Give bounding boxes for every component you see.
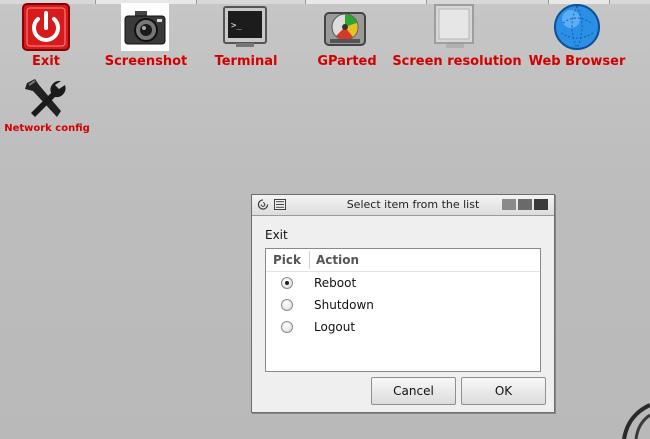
ok-button[interactable]: OK [461,377,546,405]
dialog-titlebar[interactable]: Select item from the list [252,195,554,216]
maximize-button[interactable] [518,199,532,210]
svg-text:>_: >_ [231,21,242,31]
list-item[interactable]: Shutdown [266,294,540,316]
monitor-icon [434,4,474,48]
radio-selected-dot [285,281,289,285]
desktop-icon-label: Exit [32,54,60,69]
terminal-icon: >_ [223,6,267,47]
select-item-dialog: Select item from the list Exit Pick Acti… [251,194,555,413]
power-icon [22,3,70,51]
list-item-label: Shutdown [314,298,374,312]
column-header-pick[interactable]: Pick [273,249,301,271]
desktop-icon-label: Terminal [214,54,278,69]
desktop-icon-label: GParted [317,54,377,69]
column-divider [309,251,310,269]
desktop-icon-label: Screen resolution [392,54,522,69]
wallpaper-swirl [622,403,650,439]
tools-icon [25,79,66,117]
radio-button[interactable] [281,299,293,311]
disk-icon [324,12,366,46]
action-list[interactable]: Pick Action Reboot Shutdown Logout [265,248,541,372]
list-item-label: Reboot [314,276,357,290]
list-item[interactable]: Reboot [266,272,540,294]
dialog-prompt: Exit [265,228,288,242]
globe-icon [554,4,600,50]
desktop-icon-label: Screenshot [104,54,188,69]
close-button[interactable] [534,199,548,210]
column-header-action[interactable]: Action [316,249,359,271]
minimize-button[interactable] [502,199,516,210]
list-item-label: Logout [314,320,356,334]
camera-icon [121,3,169,51]
desktop-icon-label: Network config [4,123,90,134]
desktop-icon-label: Web Browser [528,54,626,69]
radio-button[interactable] [281,277,293,289]
cancel-button[interactable]: Cancel [371,377,456,405]
radio-button[interactable] [281,321,293,333]
list-item[interactable]: Logout [266,316,540,338]
